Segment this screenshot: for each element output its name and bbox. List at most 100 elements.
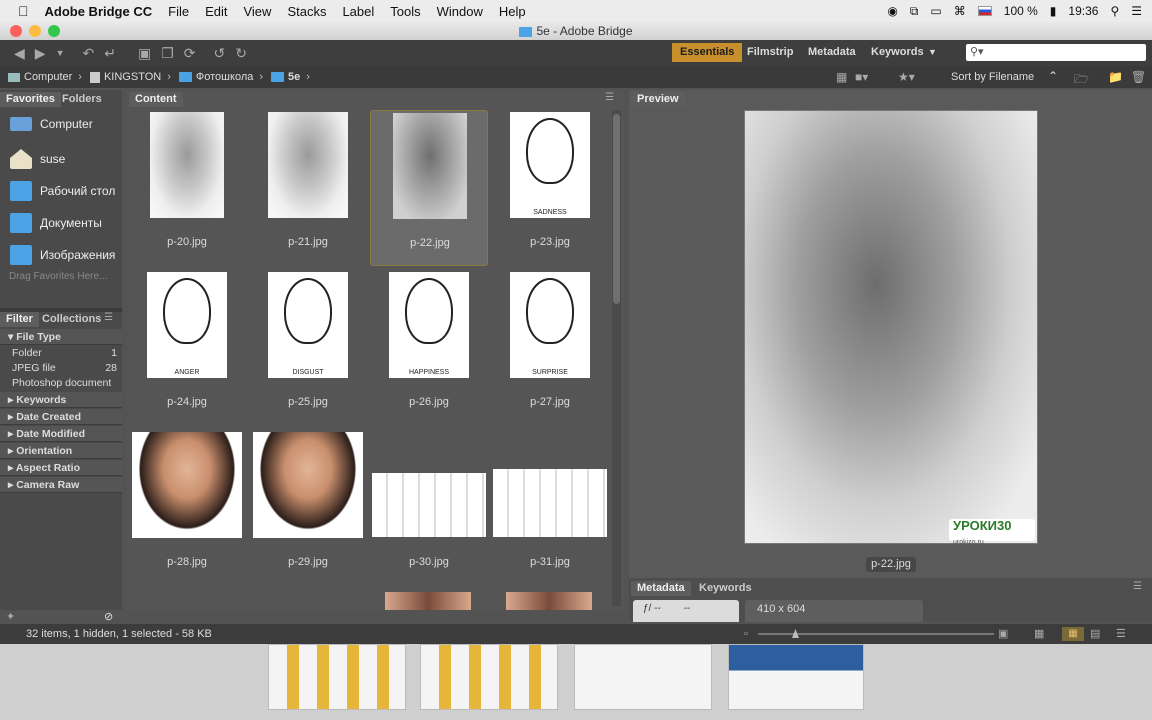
thumbnail-image[interactable]: HAPPINESS <box>389 272 469 378</box>
thumbnail-cell[interactable]: DISGUST p-25.jpg <box>249 270 367 426</box>
menu-stacks[interactable]: Stacks <box>279 4 334 19</box>
favorite-suse[interactable]: suse <box>10 149 65 169</box>
zoom-window-button[interactable] <box>48 25 60 37</box>
view-thumbnails-icon[interactable]: ▦ <box>1062 627 1084 641</box>
rotate-right-icon[interactable]: ↻ <box>235 45 247 62</box>
pin-icon[interactable]: ✦ <box>6 610 15 623</box>
minimize-window-button[interactable] <box>29 25 41 37</box>
filter-camera-raw[interactable]: ▸ Camera Raw <box>0 477 122 493</box>
favorite-desktop[interactable]: Рабочий стол <box>10 181 115 201</box>
tab-content[interactable]: Content <box>129 92 183 107</box>
menu-tools[interactable]: Tools <box>382 4 428 19</box>
close-window-button[interactable] <box>10 25 22 37</box>
thumbnail-cell[interactable]: p-29.jpg <box>249 430 367 586</box>
preview-image[interactable]: УРОКИ30 urokizo.ru <box>744 110 1038 546</box>
sync-icon[interactable]: ⟳ <box>184 45 196 62</box>
menu-window[interactable]: Window <box>429 4 491 19</box>
forward-arrow-icon[interactable]: ▶ <box>35 45 46 62</box>
tab-metadata[interactable]: Metadata <box>631 581 691 596</box>
workspace-metadata[interactable]: Metadata <box>800 43 864 62</box>
panel-menu-icon[interactable]: ☰ <box>605 92 614 103</box>
scrollbar-thumb[interactable] <box>613 114 620 304</box>
menu-file[interactable]: File <box>160 4 197 19</box>
filter-keywords[interactable]: ▸ Keywords <box>0 392 122 408</box>
rotate-left-icon[interactable]: ↺ <box>213 45 225 62</box>
trash-icon[interactable]: 🗑 <box>1131 70 1146 84</box>
rating-filter-icon[interactable]: ★▾ <box>898 70 915 84</box>
thumbnail-image[interactable] <box>493 469 607 537</box>
thumbnail-image[interactable] <box>253 432 363 538</box>
thumbnail-image[interactable] <box>268 112 348 218</box>
wifi-icon[interactable]: ⌘ <box>954 4 966 18</box>
path-5e[interactable]: 5e › <box>271 71 310 83</box>
return-icon[interactable]: ↵ <box>104 45 116 62</box>
thumbnail-cell[interactable]: p-20.jpg <box>128 110 246 266</box>
thumbnail-image[interactable] <box>385 592 471 610</box>
screens-icon[interactable]: ⧉ <box>910 4 919 19</box>
thumbnail-image[interactable] <box>506 592 592 610</box>
favorite-pictures[interactable]: Изображения <box>10 245 115 265</box>
tab-metadata-keywords[interactable]: Keywords <box>693 581 758 596</box>
thumbnail-cell[interactable]: p-22.jpg <box>370 110 488 266</box>
panel-menu-icon[interactable]: ☰ <box>104 312 113 323</box>
thumbnail-image[interactable]: SADNESS <box>510 112 590 218</box>
favorite-documents[interactable]: Документы <box>10 213 102 233</box>
search-field[interactable]: ⚲▾ <box>966 44 1146 61</box>
filter-row-jpeg[interactable]: JPEG file 28 <box>12 362 117 374</box>
panel-menu-icon[interactable]: ☰ <box>1133 581 1142 592</box>
thumbnail-cell[interactable]: ANGER p-24.jpg <box>128 270 246 426</box>
thumbnail-image[interactable] <box>393 113 467 219</box>
thumbnail-cell[interactable]: SADNESS p-23.jpg <box>491 110 609 266</box>
view-quality-icon[interactable]: ■▾ <box>855 70 868 84</box>
thumbnail-image[interactable]: ANGER <box>147 272 227 378</box>
thumbnail-cell[interactable]: p-30.jpg <box>370 430 488 586</box>
apple-icon[interactable]:  <box>0 3 37 19</box>
tab-filter[interactable]: Filter <box>0 312 39 327</box>
history-dropdown-icon[interactable]: ▼ <box>56 48 65 58</box>
thumbnail-image[interactable]: SURPRISE <box>510 272 590 378</box>
menu-help[interactable]: Help <box>491 4 534 19</box>
new-folder-icon[interactable]: 📁 <box>1108 70 1123 84</box>
workspace-filmstrip[interactable]: Filmstrip <box>739 43 801 62</box>
view-list-icon[interactable]: ☰ <box>1116 624 1126 644</box>
clock[interactable]: 19:36 <box>1068 4 1098 18</box>
tab-collections[interactable]: Collections <box>36 312 107 327</box>
filter-date-modified[interactable]: ▸ Date Modified <box>0 426 122 442</box>
thumbnail-image[interactable]: DISGUST <box>268 272 348 378</box>
spotlight-icon[interactable]: ⚲ <box>1110 4 1119 18</box>
desktop-window-thumbnail[interactable] <box>268 644 406 710</box>
back-arrow-icon[interactable]: ◀ <box>14 45 25 62</box>
zoom-in-icon[interactable]: ▣ <box>998 624 1008 644</box>
record-icon[interactable]: ◉ <box>887 4 897 18</box>
boomerang-icon[interactable]: ↶ <box>82 45 94 62</box>
refine-icon[interactable]: ❐ <box>161 45 174 62</box>
filter-aspect-ratio[interactable]: ▸ Aspect Ratio <box>0 460 122 476</box>
thumbnail-cell[interactable]: p-31.jpg <box>491 430 609 586</box>
thumbnail-cell[interactable]: p-28.jpg <box>128 430 246 586</box>
open-recent-icon[interactable]: 🗁 <box>1074 70 1089 91</box>
tab-favorites[interactable]: Favorites <box>0 92 61 107</box>
desktop-window-thumbnail[interactable] <box>574 644 712 710</box>
airplay-icon[interactable]: ▭ <box>930 4 941 18</box>
battery-icon[interactable]: ▮ <box>1050 4 1057 18</box>
path-photoschool[interactable]: Фотошкола › <box>178 71 263 83</box>
filter-date-created[interactable]: ▸ Date Created <box>0 409 122 425</box>
desktop-window-thumbnail[interactable] <box>728 644 864 710</box>
filter-row-photoshop[interactable]: Photoshop document <box>12 377 117 389</box>
tab-folders[interactable]: Folders <box>56 92 108 107</box>
favorite-computer[interactable]: Computer <box>10 117 93 131</box>
thumbnail-image[interactable] <box>150 112 224 218</box>
view-grid-icon[interactable]: ▦ <box>836 70 847 84</box>
menu-label[interactable]: Label <box>334 4 382 19</box>
battery-label[interactable]: 100 % <box>1004 4 1038 18</box>
sort-direction-icon[interactable]: ⌃ <box>1048 69 1058 83</box>
thumbnail-cell[interactable]: SURPRISE p-27.jpg <box>491 270 609 426</box>
filter-orientation[interactable]: ▸ Orientation <box>0 443 122 459</box>
workspace-menu-icon[interactable]: ▼ <box>920 43 945 62</box>
filter-file-type-header[interactable]: ▾ File Type <box>0 329 122 345</box>
filter-row-folder[interactable]: Folder 1 <box>12 347 117 359</box>
notifications-icon[interactable]: ☰ <box>1131 4 1142 18</box>
workspace-essentials[interactable]: Essentials <box>672 43 743 62</box>
thumbnail-image[interactable] <box>132 432 242 538</box>
view-details-icon[interactable]: ▤ <box>1090 624 1100 644</box>
